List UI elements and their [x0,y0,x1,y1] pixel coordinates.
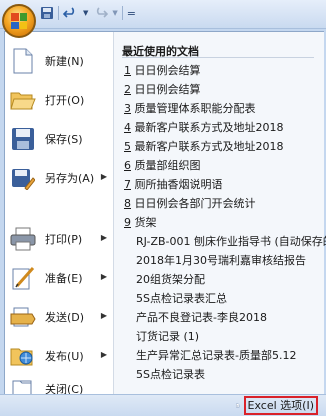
recent-document-number: 7 [124,178,131,191]
quick-access-toolbar: ▼ ▼ = [0,0,326,29]
recent-document-name: 20组货架分配 [136,273,205,286]
printer-icon [9,225,37,253]
submenu-arrow-icon: ▶ [101,350,107,359]
divider [122,57,314,58]
recent-document-number: 1 [124,64,131,77]
recent-document-number: 2 [124,83,131,96]
recent-document-number: 4 [124,121,131,134]
recent-document-name: 质量管理体系职能分配表 [135,102,256,115]
recent-document-name: 生产异常汇总记录表-质量部5.12 [136,349,296,362]
recent-document-name: 货架 [135,216,157,229]
options-document-icon [236,399,240,412]
submenu-arrow-icon: ▶ [101,311,107,320]
menu-item-send[interactable]: 发送(D) ▶ [5,298,113,336]
recent-document-item[interactable]: 20组货架分配 [136,271,326,289]
redo-icon[interactable] [92,5,108,21]
toolbar-separator [122,6,123,20]
open-folder-icon [9,86,37,114]
recent-documents-panel: 最近使用的文档 1 日日例会结算2 日日例会结算3 质量管理体系职能分配表4 最… [113,32,324,394]
recent-document-name: 5S点检记录表汇总 [136,292,227,305]
excel-options-label: Excel 选项(I) [244,396,318,415]
office-menu: 新建(N) 打开(O) 保存(S) 另存为(A) ▶ 打印(P) [4,31,324,395]
recent-document-item[interactable]: 9 货架 [124,214,324,232]
menu-item-publish[interactable]: 发布(U) ▶ [5,337,113,375]
recent-document-item[interactable]: 2 日日例会结算 [124,81,324,99]
recent-document-number: 3 [124,102,131,115]
menu-item-prepare[interactable]: 准备(E) ▶ [5,259,113,297]
new-document-icon [9,47,37,75]
save-as-icon [9,164,37,192]
undo-dropdown-icon[interactable]: ▼ [83,5,88,21]
menu-item-open[interactable]: 打开(O) [5,81,113,119]
submenu-arrow-icon: ▶ [101,233,107,242]
menu-item-save[interactable]: 保存(S) [5,120,113,158]
send-icon [9,303,37,331]
submenu-arrow-icon: ▶ [101,272,107,281]
recent-document-name: 订货记录 (1) [136,330,199,343]
menu-item-print[interactable]: 打印(P) ▶ [5,220,113,258]
recent-document-name: 质量部组织图 [135,159,201,172]
recent-document-number: 5 [124,140,131,153]
redo-dropdown-icon[interactable]: ▼ [112,5,117,21]
recent-document-item[interactable]: 6 质量部组织图 [124,157,324,175]
recent-document-item[interactable]: 2018年1月30号瑞利嘉审核结报告 [136,252,326,270]
undo-icon[interactable] [63,5,79,21]
excel-options-button[interactable]: Excel 选项(I) [234,397,318,414]
menu-item-new[interactable]: 新建(N) [5,42,113,80]
save-icon[interactable] [40,5,54,21]
recent-document-name: 产品不良登记表-李良2018 [136,311,267,324]
recent-document-item[interactable]: 3 质量管理体系职能分配表 [124,100,324,118]
quick-access-buttons: ▼ ▼ = [40,5,136,21]
recent-document-item[interactable]: 4 最新客户联系方式及地址2018 [124,119,324,137]
toolbar-separator [58,6,59,20]
save-icon [9,125,37,153]
recent-document-name: 日日例会各部门开会统计 [135,197,256,210]
submenu-arrow-icon: ▶ [101,172,107,181]
prepare-icon [9,264,37,292]
recent-document-number: 9 [124,216,131,229]
recent-document-name: 最新客户联系方式及地址2018 [135,140,284,153]
recent-document-name: 2018年1月30号瑞利嘉审核结报告 [136,254,306,267]
publish-icon [9,342,37,370]
office-button[interactable] [2,4,36,38]
recent-document-number: 6 [124,159,131,172]
recent-document-name: RJ-ZB-001 刨床作业指导书 (自动保存的 [136,235,326,248]
recent-document-name: 日日例会结算 [135,83,201,96]
recent-document-item[interactable]: 产品不良登记表-李良2018 [136,309,326,327]
recent-document-item[interactable]: 7 厕所抽香烟说明语 [124,176,324,194]
office-logo-icon [11,13,27,29]
recent-document-item[interactable]: 5 最新客户联系方式及地址2018 [124,138,324,156]
recent-document-item[interactable]: 生产异常汇总记录表-质量部5.12 [136,347,326,365]
recent-document-item[interactable]: 1 日日例会结算 [124,62,324,80]
recent-document-item[interactable]: 8 日日例会各部门开会统计 [124,195,324,213]
recent-document-name: 厕所抽香烟说明语 [135,178,223,191]
recent-document-item[interactable]: RJ-ZB-001 刨床作业指导书 (自动保存的 [136,233,326,251]
recent-document-name: 最新客户联系方式及地址2018 [135,121,284,134]
recent-document-item[interactable]: 5S点检记录表汇总 [136,290,326,308]
recent-document-name: 5S点检记录表 [136,368,205,381]
recent-document-item[interactable]: 订货记录 (1) [136,328,326,346]
recent-document-name: 日日例会结算 [135,64,201,77]
menu-footer: Excel 选项(I) [0,394,326,416]
recent-document-number: 8 [124,197,131,210]
menu-item-save-as[interactable]: 另存为(A) ▶ [5,159,113,197]
menu-commands: 新建(N) 打开(O) 保存(S) 另存为(A) ▶ 打印(P) [5,32,113,394]
recent-document-item[interactable]: 5S点检记录表 [136,366,326,384]
customize-toolbar-icon[interactable]: = [127,5,136,21]
